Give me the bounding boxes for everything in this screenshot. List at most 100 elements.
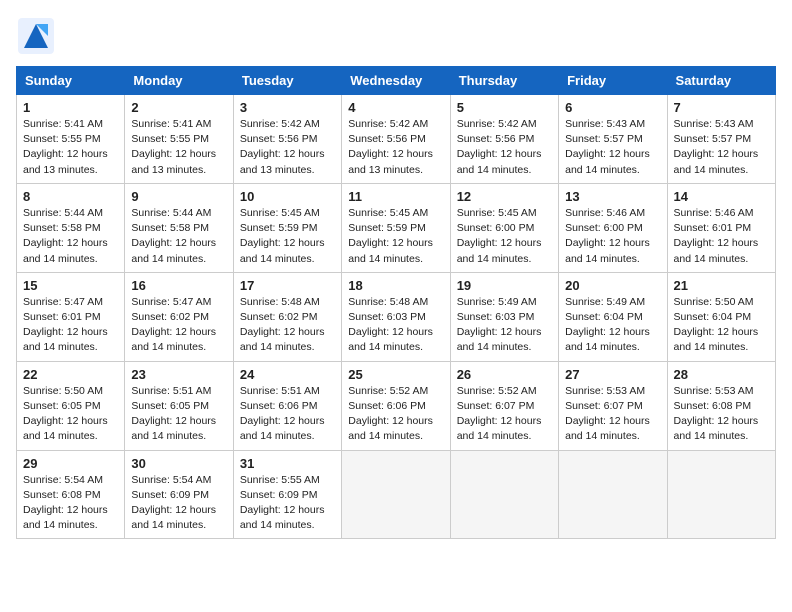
- calendar-weekday: Tuesday: [233, 67, 341, 95]
- calendar-weekday: Friday: [559, 67, 667, 95]
- calendar-day-cell: 17 Sunrise: 5:48 AM Sunset: 6:02 PM Dayl…: [233, 272, 341, 361]
- calendar-day-cell: 14 Sunrise: 5:46 AM Sunset: 6:01 PM Dayl…: [667, 183, 775, 272]
- calendar-day-cell: 25 Sunrise: 5:52 AM Sunset: 6:06 PM Dayl…: [342, 361, 450, 450]
- day-info: Sunrise: 5:54 AM Sunset: 6:09 PM Dayligh…: [131, 473, 226, 534]
- day-number: 3: [240, 100, 335, 115]
- day-number: 11: [348, 189, 443, 204]
- calendar-weekday: Sunday: [17, 67, 125, 95]
- day-info: Sunrise: 5:54 AM Sunset: 6:08 PM Dayligh…: [23, 473, 118, 534]
- calendar-day-cell: [450, 450, 558, 539]
- day-info: Sunrise: 5:43 AM Sunset: 5:57 PM Dayligh…: [674, 117, 769, 178]
- day-info: Sunrise: 5:53 AM Sunset: 6:08 PM Dayligh…: [674, 384, 769, 445]
- calendar-day-cell: 9 Sunrise: 5:44 AM Sunset: 5:58 PM Dayli…: [125, 183, 233, 272]
- day-number: 8: [23, 189, 118, 204]
- day-number: 24: [240, 367, 335, 382]
- day-info: Sunrise: 5:42 AM Sunset: 5:56 PM Dayligh…: [457, 117, 552, 178]
- calendar-day-cell: 27 Sunrise: 5:53 AM Sunset: 6:07 PM Dayl…: [559, 361, 667, 450]
- day-number: 6: [565, 100, 660, 115]
- calendar-day-cell: 3 Sunrise: 5:42 AM Sunset: 5:56 PM Dayli…: [233, 95, 341, 184]
- day-number: 20: [565, 278, 660, 293]
- calendar-day-cell: 4 Sunrise: 5:42 AM Sunset: 5:56 PM Dayli…: [342, 95, 450, 184]
- day-info: Sunrise: 5:45 AM Sunset: 6:00 PM Dayligh…: [457, 206, 552, 267]
- day-number: 18: [348, 278, 443, 293]
- day-number: 22: [23, 367, 118, 382]
- day-number: 31: [240, 456, 335, 471]
- page-header: [16, 16, 776, 56]
- calendar-day-cell: 30 Sunrise: 5:54 AM Sunset: 6:09 PM Dayl…: [125, 450, 233, 539]
- day-info: Sunrise: 5:44 AM Sunset: 5:58 PM Dayligh…: [131, 206, 226, 267]
- day-number: 10: [240, 189, 335, 204]
- calendar-day-cell: 7 Sunrise: 5:43 AM Sunset: 5:57 PM Dayli…: [667, 95, 775, 184]
- logo-icon: [16, 16, 56, 56]
- calendar-day-cell: 26 Sunrise: 5:52 AM Sunset: 6:07 PM Dayl…: [450, 361, 558, 450]
- day-info: Sunrise: 5:44 AM Sunset: 5:58 PM Dayligh…: [23, 206, 118, 267]
- day-number: 19: [457, 278, 552, 293]
- day-number: 23: [131, 367, 226, 382]
- day-info: Sunrise: 5:53 AM Sunset: 6:07 PM Dayligh…: [565, 384, 660, 445]
- day-info: Sunrise: 5:48 AM Sunset: 6:02 PM Dayligh…: [240, 295, 335, 356]
- day-number: 27: [565, 367, 660, 382]
- day-number: 17: [240, 278, 335, 293]
- day-info: Sunrise: 5:45 AM Sunset: 5:59 PM Dayligh…: [240, 206, 335, 267]
- calendar-week-row: 29 Sunrise: 5:54 AM Sunset: 6:08 PM Dayl…: [17, 450, 776, 539]
- day-info: Sunrise: 5:47 AM Sunset: 6:02 PM Dayligh…: [131, 295, 226, 356]
- calendar-weekday: Monday: [125, 67, 233, 95]
- calendar-weekday: Saturday: [667, 67, 775, 95]
- calendar-day-cell: 19 Sunrise: 5:49 AM Sunset: 6:03 PM Dayl…: [450, 272, 558, 361]
- day-number: 15: [23, 278, 118, 293]
- calendar-day-cell: [342, 450, 450, 539]
- day-number: 13: [565, 189, 660, 204]
- day-info: Sunrise: 5:41 AM Sunset: 5:55 PM Dayligh…: [131, 117, 226, 178]
- day-number: 2: [131, 100, 226, 115]
- day-info: Sunrise: 5:55 AM Sunset: 6:09 PM Dayligh…: [240, 473, 335, 534]
- day-number: 25: [348, 367, 443, 382]
- logo: [16, 16, 58, 56]
- day-info: Sunrise: 5:51 AM Sunset: 6:05 PM Dayligh…: [131, 384, 226, 445]
- day-info: Sunrise: 5:47 AM Sunset: 6:01 PM Dayligh…: [23, 295, 118, 356]
- day-number: 30: [131, 456, 226, 471]
- calendar-day-cell: 31 Sunrise: 5:55 AM Sunset: 6:09 PM Dayl…: [233, 450, 341, 539]
- day-number: 21: [674, 278, 769, 293]
- day-number: 1: [23, 100, 118, 115]
- calendar-table: SundayMondayTuesdayWednesdayThursdayFrid…: [16, 66, 776, 539]
- calendar-week-row: 8 Sunrise: 5:44 AM Sunset: 5:58 PM Dayli…: [17, 183, 776, 272]
- day-number: 29: [23, 456, 118, 471]
- calendar-day-cell: 5 Sunrise: 5:42 AM Sunset: 5:56 PM Dayli…: [450, 95, 558, 184]
- calendar-day-cell: [559, 450, 667, 539]
- calendar-header-row: SundayMondayTuesdayWednesdayThursdayFrid…: [17, 67, 776, 95]
- day-info: Sunrise: 5:43 AM Sunset: 5:57 PM Dayligh…: [565, 117, 660, 178]
- day-info: Sunrise: 5:46 AM Sunset: 6:00 PM Dayligh…: [565, 206, 660, 267]
- day-number: 16: [131, 278, 226, 293]
- day-info: Sunrise: 5:42 AM Sunset: 5:56 PM Dayligh…: [348, 117, 443, 178]
- calendar-day-cell: 29 Sunrise: 5:54 AM Sunset: 6:08 PM Dayl…: [17, 450, 125, 539]
- calendar-day-cell: 8 Sunrise: 5:44 AM Sunset: 5:58 PM Dayli…: [17, 183, 125, 272]
- calendar-day-cell: 6 Sunrise: 5:43 AM Sunset: 5:57 PM Dayli…: [559, 95, 667, 184]
- day-info: Sunrise: 5:48 AM Sunset: 6:03 PM Dayligh…: [348, 295, 443, 356]
- calendar-day-cell: 24 Sunrise: 5:51 AM Sunset: 6:06 PM Dayl…: [233, 361, 341, 450]
- calendar-body: 1 Sunrise: 5:41 AM Sunset: 5:55 PM Dayli…: [17, 95, 776, 539]
- day-info: Sunrise: 5:50 AM Sunset: 6:04 PM Dayligh…: [674, 295, 769, 356]
- calendar-day-cell: 21 Sunrise: 5:50 AM Sunset: 6:04 PM Dayl…: [667, 272, 775, 361]
- day-info: Sunrise: 5:52 AM Sunset: 6:07 PM Dayligh…: [457, 384, 552, 445]
- day-info: Sunrise: 5:49 AM Sunset: 6:03 PM Dayligh…: [457, 295, 552, 356]
- day-number: 4: [348, 100, 443, 115]
- calendar-week-row: 22 Sunrise: 5:50 AM Sunset: 6:05 PM Dayl…: [17, 361, 776, 450]
- day-number: 28: [674, 367, 769, 382]
- calendar-day-cell: 11 Sunrise: 5:45 AM Sunset: 5:59 PM Dayl…: [342, 183, 450, 272]
- calendar-day-cell: 20 Sunrise: 5:49 AM Sunset: 6:04 PM Dayl…: [559, 272, 667, 361]
- calendar-day-cell: 10 Sunrise: 5:45 AM Sunset: 5:59 PM Dayl…: [233, 183, 341, 272]
- day-info: Sunrise: 5:45 AM Sunset: 5:59 PM Dayligh…: [348, 206, 443, 267]
- day-info: Sunrise: 5:49 AM Sunset: 6:04 PM Dayligh…: [565, 295, 660, 356]
- day-number: 14: [674, 189, 769, 204]
- day-info: Sunrise: 5:50 AM Sunset: 6:05 PM Dayligh…: [23, 384, 118, 445]
- calendar-day-cell: 13 Sunrise: 5:46 AM Sunset: 6:00 PM Dayl…: [559, 183, 667, 272]
- calendar-day-cell: 2 Sunrise: 5:41 AM Sunset: 5:55 PM Dayli…: [125, 95, 233, 184]
- day-info: Sunrise: 5:42 AM Sunset: 5:56 PM Dayligh…: [240, 117, 335, 178]
- calendar-weekday: Thursday: [450, 67, 558, 95]
- calendar-day-cell: 22 Sunrise: 5:50 AM Sunset: 6:05 PM Dayl…: [17, 361, 125, 450]
- day-info: Sunrise: 5:46 AM Sunset: 6:01 PM Dayligh…: [674, 206, 769, 267]
- calendar-day-cell: 12 Sunrise: 5:45 AM Sunset: 6:00 PM Dayl…: [450, 183, 558, 272]
- calendar-day-cell: 15 Sunrise: 5:47 AM Sunset: 6:01 PM Dayl…: [17, 272, 125, 361]
- calendar-week-row: 15 Sunrise: 5:47 AM Sunset: 6:01 PM Dayl…: [17, 272, 776, 361]
- day-number: 26: [457, 367, 552, 382]
